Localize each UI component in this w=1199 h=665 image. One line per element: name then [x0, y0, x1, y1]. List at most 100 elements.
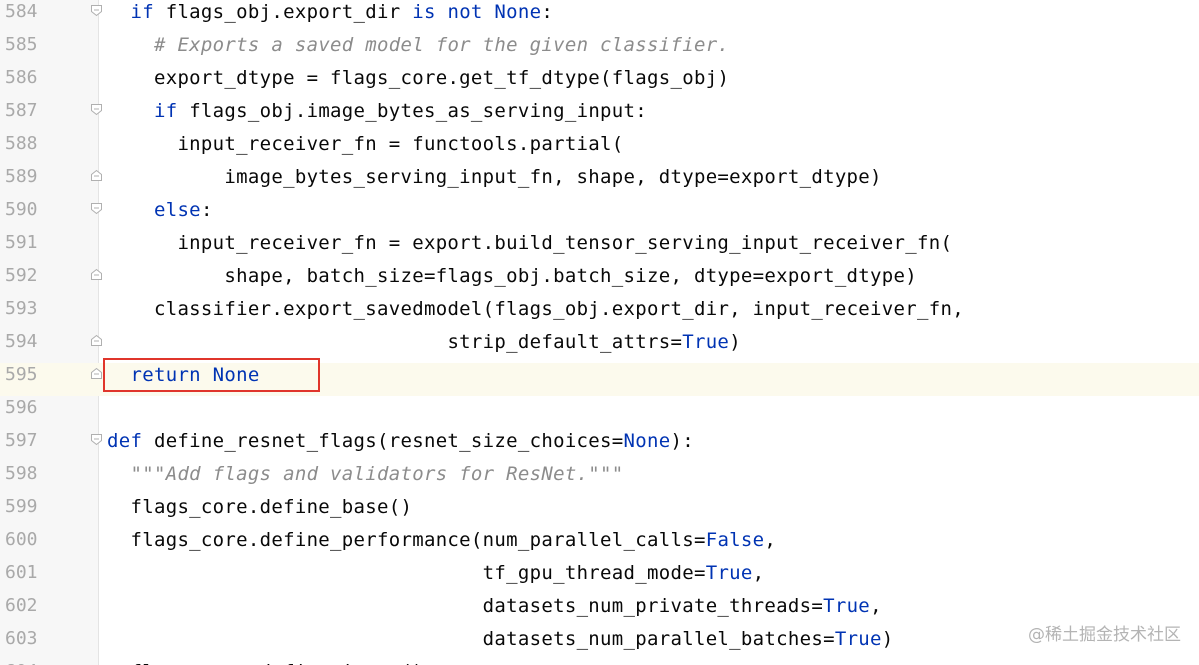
- line-number: 594: [5, 331, 38, 352]
- line-number: 604: [5, 661, 38, 665]
- code-text: flags_core.define_base(): [107, 496, 412, 518]
- code-line[interactable]: 584 if flags_obj.export_dir is not None:: [0, 0, 1199, 33]
- keyword-token: def: [107, 430, 143, 452]
- line-number: 596: [5, 397, 38, 418]
- keyword-token: if: [130, 1, 154, 23]
- code-token: ): [881, 628, 894, 650]
- code-token: classifier.export_savedmodel(flags_obj.e…: [153, 298, 964, 320]
- code-line[interactable]: 597 def define_resnet_flags(resnet_size_c…: [0, 429, 1199, 462]
- code-token: image_bytes_serving_input_fn, shape, dty…: [224, 166, 882, 188]
- code-token: flags_obj.export_dir: [153, 1, 413, 23]
- line-number: 591: [5, 232, 38, 253]
- line-number: 585: [5, 34, 38, 55]
- code-line[interactable]: 586 export_dtype = flags_core.get_tf_dty…: [0, 66, 1199, 99]
- code-line[interactable]: 585 # Exports a saved model for the give…: [0, 33, 1199, 66]
- code-line[interactable]: 599 flags_core.define_base(): [0, 495, 1199, 528]
- code-text: image_bytes_serving_input_fn, shape, dty…: [107, 166, 882, 188]
- keyword-token: None: [494, 1, 542, 23]
- keyword-token: True: [823, 595, 871, 617]
- line-number: 597: [5, 430, 38, 451]
- code-text: def define_resnet_flags(resnet_size_choi…: [107, 430, 694, 452]
- code-text: else:: [107, 199, 213, 221]
- line-number: 592: [5, 265, 38, 286]
- code-line[interactable]: 588 input_receiver_fn = functools.partia…: [0, 132, 1199, 165]
- code-token: ,: [764, 529, 777, 551]
- code-text: input_receiver_fn = export.build_tensor_…: [107, 232, 952, 254]
- fold-close-icon[interactable]: [90, 268, 103, 281]
- fold-open-icon[interactable]: [90, 433, 103, 446]
- code-token: datasets_num_private_threads=: [482, 595, 824, 617]
- code-line[interactable]: 596: [0, 396, 1199, 429]
- code-line[interactable]: 587 if flags_obj.image_bytes_as_serving_…: [0, 99, 1199, 132]
- code-text: # Exports a saved model for the given cl…: [107, 34, 729, 56]
- watermark: @稀土掘金技术社区: [1028, 625, 1181, 645]
- code-line[interactable]: 592 shape, batch_size=flags_obj.batch_si…: [0, 264, 1199, 297]
- code-text: datasets_num_parallel_batches=True): [107, 628, 894, 650]
- fold-open-icon[interactable]: [90, 202, 103, 215]
- code-token: flags_core.define_image(): [130, 661, 423, 665]
- code-line[interactable]: 589 image_bytes_serving_input_fn, shape,…: [0, 165, 1199, 198]
- line-number: 587: [5, 100, 38, 121]
- code-token: define_resnet_flags(resnet_size_choices=: [142, 430, 624, 452]
- code-text: strip_default_attrs=True): [107, 331, 741, 353]
- code-token: flags_core.define_performance(num_parall…: [130, 529, 706, 551]
- line-number: 593: [5, 298, 38, 319]
- keyword-token: is not: [412, 1, 483, 23]
- fold-open-icon[interactable]: [90, 4, 103, 17]
- line-number: 598: [5, 463, 38, 484]
- fold-close-icon[interactable]: [90, 169, 103, 182]
- line-number: 584: [5, 1, 38, 22]
- code-line[interactable]: 601 tf_gpu_thread_mode=True,: [0, 561, 1199, 594]
- line-number: 599: [5, 496, 38, 517]
- line-number: 602: [5, 595, 38, 616]
- code-line[interactable]: 591 input_receiver_fn = export.build_ten…: [0, 231, 1199, 264]
- code-line[interactable]: 598 """Add flags and validators for ResN…: [0, 462, 1199, 495]
- line-number: 601: [5, 562, 38, 583]
- keyword-token: True: [705, 562, 753, 584]
- code-line[interactable]: 593 classifier.export_savedmodel(flags_o…: [0, 297, 1199, 330]
- code-text: input_receiver_fn = functools.partial(: [107, 133, 624, 155]
- fold-open-icon[interactable]: [90, 103, 103, 116]
- code-token: export_dtype = flags_core.get_tf_dtype(f…: [153, 67, 730, 89]
- code-line[interactable]: 602 datasets_num_private_threads=True,: [0, 594, 1199, 627]
- code-token: input_receiver_fn = functools.partial(: [177, 133, 624, 155]
- code-line[interactable]: 590 else:: [0, 198, 1199, 231]
- code-token: ,: [752, 562, 765, 584]
- code-token: flags_core.define_base(): [130, 496, 413, 518]
- highlight-box: [103, 358, 320, 392]
- keyword-token: None: [623, 430, 671, 452]
- code-text: flags_core.define_performance(num_parall…: [107, 529, 776, 551]
- line-number: 589: [5, 166, 38, 187]
- keyword-token: True: [682, 331, 730, 353]
- code-line[interactable]: 604 flags_core.define_image(): [0, 660, 1199, 665]
- code-text: classifier.export_savedmodel(flags_obj.e…: [107, 298, 964, 320]
- line-number: 590: [5, 199, 38, 220]
- line-number: 603: [5, 628, 38, 649]
- code-line[interactable]: 600 flags_core.define_performance(num_pa…: [0, 528, 1199, 561]
- code-token: strip_default_attrs=: [447, 331, 683, 353]
- fold-close-icon[interactable]: [90, 334, 103, 347]
- fold-close-icon[interactable]: [90, 367, 103, 380]
- code-editor[interactable]: 584 if flags_obj.export_dir is not None:…: [0, 0, 1199, 665]
- code-token: flags_obj.image_bytes_as_serving_input:: [177, 100, 648, 122]
- keyword-token: True: [834, 628, 882, 650]
- code-line[interactable]: 603 datasets_num_parallel_batches=True): [0, 627, 1199, 660]
- code-token: input_receiver_fn = export.build_tensor_…: [177, 232, 953, 254]
- line-number: 600: [5, 529, 38, 550]
